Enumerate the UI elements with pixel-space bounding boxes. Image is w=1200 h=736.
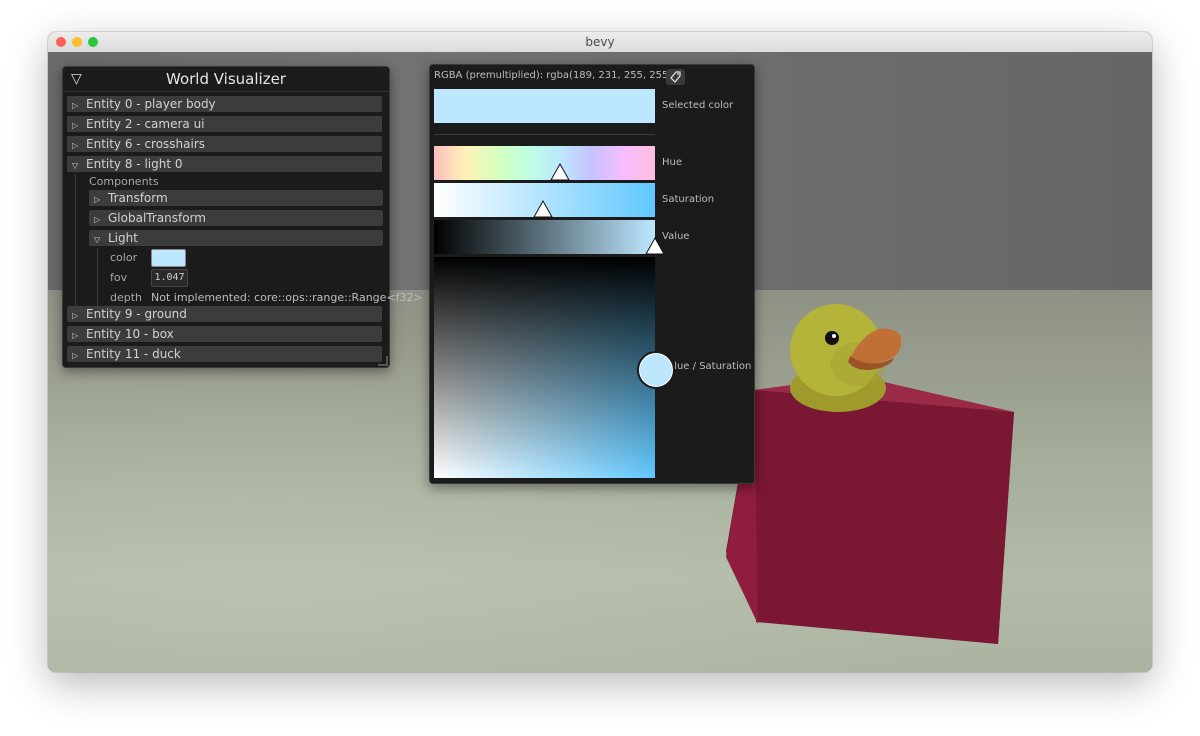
hue-marker [550,162,570,181]
value-saturation-knob[interactable] [637,351,675,389]
value-marker [645,236,665,255]
slider-markers [533,162,665,255]
saturation-marker [533,199,553,218]
